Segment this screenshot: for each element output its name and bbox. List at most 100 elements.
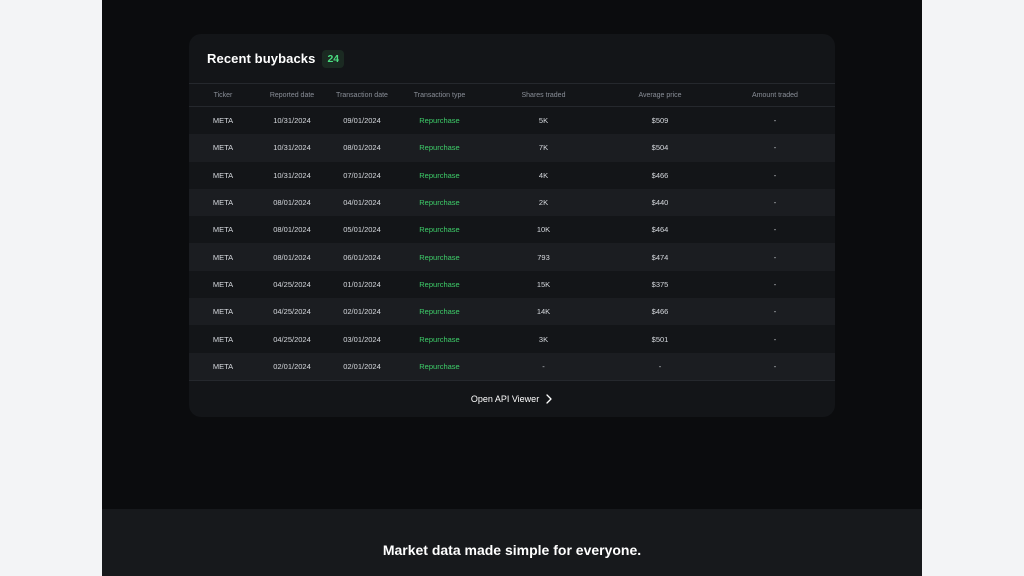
ticker-cell: META bbox=[212, 307, 234, 317]
table-row[interactable]: META 08/01/2024 04/01/2024 Repurchase 2K $440… bbox=[189, 188, 835, 217]
transaction-type-cell: Repurchase bbox=[419, 334, 460, 344]
shares-traded-cell: 793 bbox=[537, 252, 550, 262]
table-row[interactable]: META 04/25/2024 01/01/2024 Repurchase 15K $37… bbox=[189, 271, 835, 298]
transaction-type-cell: Repurchase bbox=[419, 116, 460, 126]
ticker-cell: META bbox=[212, 279, 234, 289]
ticker-cell: META bbox=[212, 361, 234, 371]
table-row[interactable]: META 04/25/2024 02/01/2024 Repurchase 14K $46… bbox=[189, 298, 835, 326]
column-header-reported-date[interactable]: Reported date bbox=[257, 84, 327, 107]
shares-traded-cell: 10K bbox=[536, 225, 551, 235]
transaction-date-cell: 04/01/2024 bbox=[343, 198, 381, 208]
reported-date-cell: 10/31/2024 bbox=[273, 143, 311, 153]
transaction-type-cell: Repurchase bbox=[419, 361, 460, 371]
card-header: Recent buybacks 24 bbox=[189, 34, 835, 84]
amount-traded-cell: - bbox=[773, 170, 777, 180]
amount-traded-cell: - bbox=[773, 334, 777, 344]
transaction-type-cell: Repurchase bbox=[419, 307, 460, 317]
reported-date-cell: 04/25/2024 bbox=[273, 334, 311, 344]
reported-date-cell: 08/01/2024 bbox=[273, 198, 311, 208]
shares-traded-cell: 3K bbox=[538, 334, 549, 344]
transaction-date-cell: 08/01/2024 bbox=[343, 143, 381, 153]
ticker-cell: META bbox=[212, 170, 234, 180]
average-price-cell: $466 bbox=[651, 170, 669, 180]
recent-buybacks-card: Recent buybacks 24 Ticker Reported date … bbox=[189, 34, 835, 417]
average-price-cell: $440 bbox=[651, 198, 669, 208]
column-header-ticker[interactable]: Ticker bbox=[189, 84, 257, 107]
tagline: Market data made simple for everyone. bbox=[382, 542, 642, 558]
column-header-transaction-type[interactable]: Transaction type bbox=[397, 84, 482, 107]
transaction-date-cell: 01/01/2024 bbox=[343, 279, 381, 289]
transaction-date-cell: 02/01/2024 bbox=[343, 361, 381, 371]
average-price-cell: $375 bbox=[651, 279, 669, 289]
count-badge: 24 bbox=[322, 49, 345, 68]
ticker-cell: META bbox=[212, 225, 234, 235]
transaction-date-cell: 07/01/2024 bbox=[343, 170, 381, 180]
reported-date-cell: 04/25/2024 bbox=[273, 307, 311, 317]
table-row[interactable]: META 08/01/2024 06/01/2024 Repurchase 793 $47… bbox=[189, 243, 835, 271]
transaction-date-cell: 02/01/2024 bbox=[343, 307, 381, 317]
column-header-shares-traded[interactable]: Shares traded bbox=[482, 84, 605, 107]
reported-date-cell: 02/01/2024 bbox=[273, 361, 311, 371]
ticker-cell: META bbox=[212, 252, 234, 262]
amount-traded-cell: - bbox=[773, 361, 777, 371]
reported-date-cell: 08/01/2024 bbox=[273, 225, 311, 235]
table-row[interactable]: META 04/25/2024 03/01/2024 Repurchase 3K $501… bbox=[189, 325, 835, 352]
ticker-cell: META bbox=[212, 198, 234, 208]
reported-date-cell: 04/25/2024 bbox=[273, 279, 311, 289]
chevron-right-icon bbox=[546, 394, 552, 404]
shares-traded-cell: 5K bbox=[538, 116, 549, 126]
amount-traded-cell: - bbox=[773, 143, 777, 153]
table-row[interactable]: META 10/31/2024 08/01/2024 Repurchase 7K $504… bbox=[189, 134, 835, 162]
amount-traded-cell: - bbox=[773, 198, 777, 208]
transaction-type-cell: Repurchase bbox=[419, 198, 460, 208]
table-row[interactable]: META 10/31/2024 07/01/2024 Repurchase 4K $466… bbox=[189, 162, 835, 189]
column-header-average-price[interactable]: Average price bbox=[605, 84, 715, 107]
reported-date-cell: 08/01/2024 bbox=[273, 252, 311, 262]
amount-traded-cell: - bbox=[773, 279, 777, 289]
column-header-amount-traded[interactable]: Amount traded bbox=[715, 84, 835, 107]
transaction-date-cell: 06/01/2024 bbox=[343, 252, 381, 262]
buybacks-table: Ticker Reported date Transaction date Tr… bbox=[189, 84, 835, 380]
average-price-cell: - bbox=[658, 361, 662, 371]
transaction-date-cell: 05/01/2024 bbox=[343, 225, 381, 235]
average-price-cell: $474 bbox=[651, 252, 669, 262]
open-api-viewer-link[interactable]: Open API Viewer bbox=[189, 380, 835, 417]
average-price-cell: $504 bbox=[651, 143, 669, 153]
table-row[interactable]: META 02/01/2024 02/01/2024 Repurchase - - - bbox=[189, 352, 835, 380]
card-title: Recent buybacks bbox=[207, 51, 316, 66]
amount-traded-cell: - bbox=[773, 252, 777, 262]
shares-traded-cell: 15K bbox=[536, 279, 551, 289]
ticker-cell: META bbox=[212, 116, 234, 126]
transaction-type-cell: Repurchase bbox=[419, 170, 460, 180]
ticker-cell: META bbox=[212, 334, 234, 344]
table-header: Ticker Reported date Transaction date Tr… bbox=[189, 84, 835, 107]
ticker-cell: META bbox=[212, 143, 234, 153]
shares-traded-cell: 14K bbox=[536, 307, 551, 317]
reported-date-cell: 10/31/2024 bbox=[273, 116, 311, 126]
transaction-type-cell: Repurchase bbox=[419, 252, 460, 262]
shares-traded-cell: - bbox=[542, 361, 545, 371]
average-price-cell: $464 bbox=[651, 225, 669, 235]
footer-band: Market data made simple for everyone. bbox=[102, 509, 922, 576]
shares-traded-cell: 2K bbox=[538, 198, 549, 208]
average-price-cell: $501 bbox=[651, 334, 669, 344]
transaction-type-cell: Repurchase bbox=[419, 279, 460, 289]
transaction-date-cell: 03/01/2024 bbox=[343, 334, 381, 344]
table-row[interactable]: META 08/01/2024 05/01/2024 Repurchase 10K $46… bbox=[189, 216, 835, 243]
amount-traded-cell: - bbox=[773, 116, 777, 126]
average-price-cell: $466 bbox=[651, 307, 669, 317]
column-header-transaction-date[interactable]: Transaction date bbox=[327, 84, 397, 107]
transaction-type-cell: Repurchase bbox=[419, 143, 460, 153]
amount-traded-cell: - bbox=[773, 307, 777, 317]
shares-traded-cell: 7K bbox=[538, 143, 549, 153]
table-body: META 10/31/2024 09/01/2024 Repurchase 5K $509… bbox=[189, 107, 835, 380]
transaction-date-cell: 09/01/2024 bbox=[343, 116, 381, 126]
page: Recent buybacks 24 Ticker Reported date … bbox=[102, 0, 922, 576]
transaction-type-cell: Repurchase bbox=[419, 225, 460, 235]
table-row[interactable]: META 10/31/2024 09/01/2024 Repurchase 5K $509… bbox=[189, 107, 835, 135]
reported-date-cell: 10/31/2024 bbox=[273, 170, 311, 180]
open-api-viewer-label: Open API Viewer bbox=[470, 394, 540, 404]
shares-traded-cell: 4K bbox=[538, 170, 549, 180]
average-price-cell: $509 bbox=[651, 116, 669, 126]
amount-traded-cell: - bbox=[773, 225, 777, 235]
